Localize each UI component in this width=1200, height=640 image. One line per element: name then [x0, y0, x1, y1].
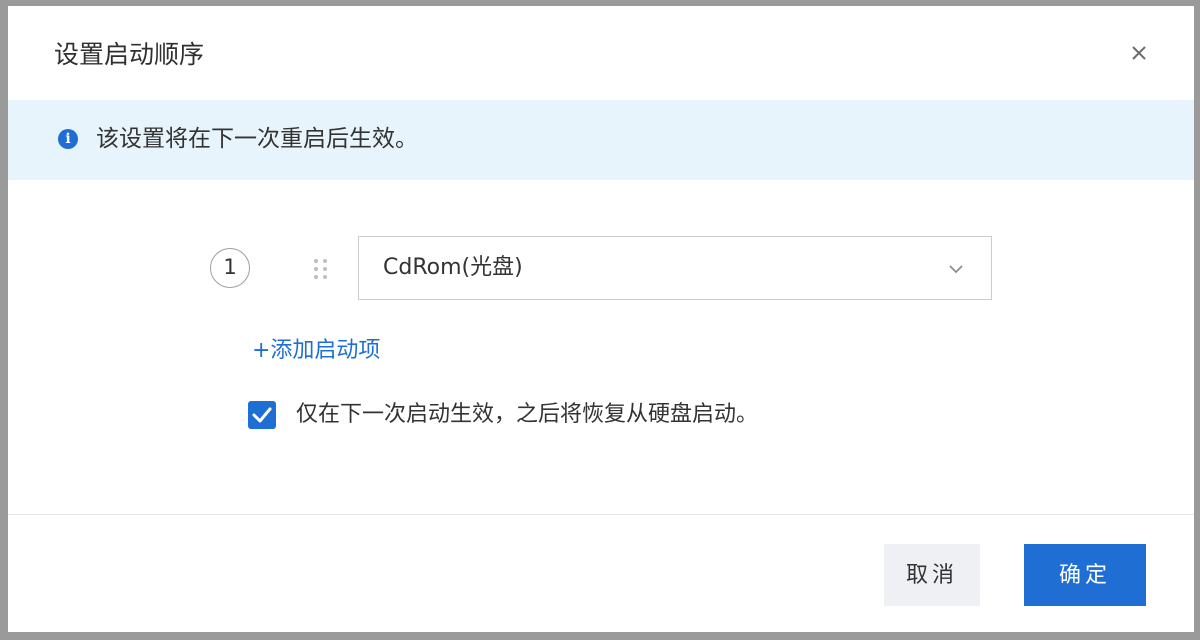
dialog-title: 设置启动顺序: [54, 40, 205, 69]
screen-backdrop: 设置启动顺序 i 该设置将在下一次重启后生效。 1 CdRom(光盘) +添加启…: [0, 0, 1200, 640]
add-boot-item-link[interactable]: +添加启动项: [252, 336, 380, 366]
once-option-checkbox[interactable]: [248, 401, 276, 429]
checkmark-icon: [252, 407, 272, 423]
once-option-label: 仅在下一次启动生效，之后将恢复从硬盘启动。: [296, 402, 759, 427]
boot-device-select[interactable]: CdRom(光盘): [358, 236, 992, 300]
drag-handle-icon[interactable]: [312, 257, 330, 281]
boot-order-dialog: 设置启动顺序 i 该设置将在下一次重启后生效。 1 CdRom(光盘) +添加启…: [8, 6, 1194, 632]
close-button[interactable]: [1126, 40, 1152, 66]
dialog-header: 设置启动顺序: [8, 6, 1194, 100]
notice-text: 该设置将在下一次重启后生效。: [96, 126, 418, 152]
boot-device-value: CdRom(光盘): [383, 255, 523, 280]
boot-item-index: 1: [210, 248, 250, 288]
footer-divider: [8, 514, 1194, 515]
close-icon: [1132, 46, 1146, 60]
boot-item-row: 1 CdRom(光盘): [8, 236, 1194, 300]
cancel-button[interactable]: 取消: [884, 544, 980, 606]
chevron-down-icon: [949, 265, 963, 274]
ok-button[interactable]: 确定: [1024, 544, 1146, 606]
info-icon: i: [58, 129, 78, 149]
info-notice: i 该设置将在下一次重启后生效。: [8, 100, 1194, 180]
